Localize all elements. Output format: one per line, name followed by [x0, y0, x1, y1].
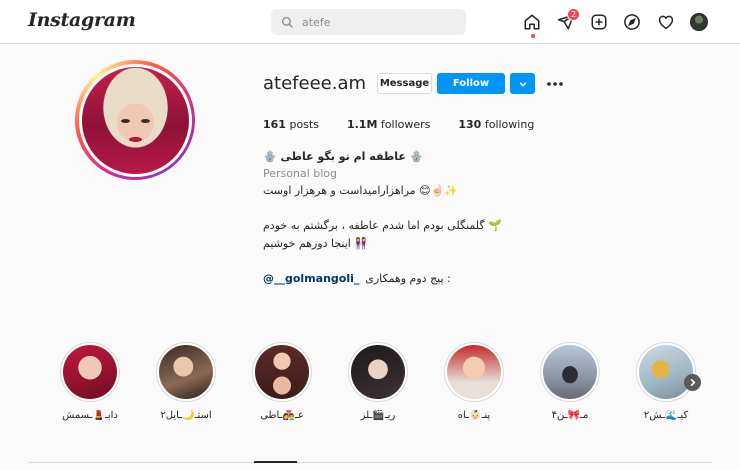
bio-link-handle[interactable]: @__golmangoli_ [263, 272, 359, 285]
highlight-item[interactable]: عـ👩‍❤️‍👨ـاطی [252, 342, 312, 421]
instagram-logo[interactable]: Instagram [28, 9, 136, 31]
new-post-icon[interactable] [589, 12, 609, 32]
highlight-item[interactable]: دابـ💄ـسمش [60, 342, 120, 421]
highlight-item[interactable]: استـ🌙ـایل۲ [156, 342, 216, 421]
followers-stat[interactable]: 1.1M followers [347, 118, 430, 131]
chevron-right-icon [690, 378, 696, 387]
follow-button[interactable]: Follow [437, 73, 505, 94]
bio-category: Personal blog [263, 167, 338, 180]
following-stat[interactable]: 130 following [458, 118, 534, 131]
highlight-cover [639, 345, 693, 399]
message-button[interactable]: Message [377, 73, 432, 94]
highlight-cover [159, 345, 213, 399]
home-active-dot [531, 34, 535, 38]
message-count-badge: 2 [567, 8, 581, 21]
explore-icon[interactable] [622, 12, 642, 32]
highlight-item[interactable]: پنـ👶🏻ـاه [444, 342, 504, 421]
heart-icon[interactable] [656, 12, 676, 32]
highlight-label: مـ🎀ـن۴ [551, 410, 589, 421]
highlights-next-button[interactable] [684, 374, 701, 391]
highlight-label: کیـ🌊ـش۲ [643, 410, 689, 421]
highlight-item[interactable]: ریـ🎬ـلز [348, 342, 408, 421]
home-icon[interactable] [522, 12, 542, 32]
search-input[interactable] [302, 15, 452, 29]
highlight-label: دابـ💄ـسمش [62, 410, 118, 421]
chevron-down-icon [519, 81, 526, 87]
highlight-label: پنـ👶🏻ـاه [457, 410, 491, 421]
profile-photo [81, 66, 189, 174]
bio-line-2: گلمنگلی بودم اما شدم عاطفه ، برگشتم به خ… [263, 219, 502, 232]
highlight-cover [351, 345, 405, 399]
highlight-label: عـ👩‍❤️‍👨ـاطی [260, 410, 304, 421]
highlight-cover [447, 345, 501, 399]
profile-avatar[interactable] [690, 13, 708, 31]
highlight-cover [543, 345, 597, 399]
ellipsis-icon [547, 81, 563, 86]
suggested-accounts-button[interactable] [510, 73, 535, 94]
posts-stat: 161 posts [263, 118, 319, 131]
bio-line-1: مراهزارامیداست و هرهزار اوست 😊☝🏻✨ [263, 184, 459, 197]
profile-username: atefeee.am [263, 73, 367, 94]
top-nav-bar: Instagram 2 [0, 0, 740, 44]
more-options-button[interactable] [544, 73, 566, 94]
bio-link[interactable]: @__golmangoli_ پیج دوم وهمکاری : [263, 272, 451, 285]
active-tab-indicator [254, 461, 297, 463]
highlight-cover [255, 345, 309, 399]
bio-link-text: پیج دوم وهمکاری : [365, 272, 451, 285]
search-box[interactable] [271, 9, 466, 35]
highlight-cover [63, 345, 117, 399]
highlight-label: استـ🌙ـایل۲ [160, 410, 212, 421]
highlight-label: ریـ🎬ـلز [360, 410, 396, 421]
highlight-item[interactable]: مـ🎀ـن۴ [540, 342, 600, 421]
bio-display-name: 🪬 عاطفه ام تو بگو عاطی 🪬 [263, 150, 424, 163]
profile-avatar-story-ring[interactable] [75, 60, 195, 180]
tabs-divider [28, 462, 712, 463]
bio-line-3: اینجا دورهم خوشیم 👭 [263, 237, 369, 250]
profile-stats: 161 posts 1.1M followers 130 following [263, 118, 562, 131]
search-icon [281, 16, 293, 28]
